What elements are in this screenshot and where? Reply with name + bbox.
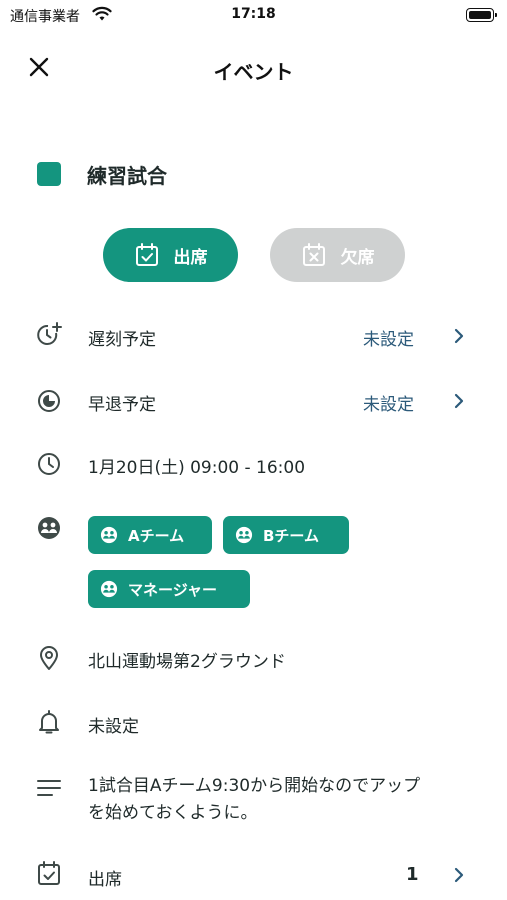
clock-icon: [38, 453, 60, 475]
team-icon: [235, 526, 253, 544]
note-line: を始めておくように。: [88, 803, 258, 823]
early-leave-value[interactable]: 未設定: [363, 390, 414, 415]
team-icon: [38, 517, 60, 539]
location-text: 北山運動場第2グラウンド: [88, 652, 286, 672]
note-line: 1試合目Aチーム9:30から開始なのでアップ: [88, 776, 421, 796]
team-chip-label: Aチーム: [128, 526, 185, 545]
early-leave-label: 早退予定: [88, 395, 156, 415]
event-datetime: 1月20日(土) 09:00 - 16:00: [88, 458, 306, 478]
attendees-count: 1: [406, 864, 419, 885]
attendees-label: 出席: [88, 870, 122, 890]
calendar-x-icon: [302, 243, 325, 266]
bell-icon: [39, 710, 59, 734]
location-pin-icon: [40, 646, 58, 670]
half-moon-clock-icon: [38, 390, 60, 412]
chevron-right-icon[interactable]: [452, 327, 466, 345]
reminder-text: 未設定: [88, 717, 139, 737]
team-icon: [100, 526, 118, 544]
battery-icon: [466, 8, 497, 22]
team-icon: [100, 580, 118, 598]
clock-plus-icon: [37, 322, 62, 345]
team-chip-label: マネージャー: [128, 580, 217, 599]
late-value[interactable]: 未設定: [363, 325, 414, 350]
calendar-check-icon: [135, 243, 158, 266]
status-time: 17:18: [231, 6, 276, 22]
page-title: イベント: [213, 60, 294, 84]
chevron-right-icon[interactable]: [452, 866, 466, 884]
team-chip-label: Bチーム: [263, 526, 319, 545]
team-chip[interactable]: Aチーム: [88, 516, 212, 554]
team-chip[interactable]: Bチーム: [223, 516, 349, 554]
event-note: 1試合目Aチーム9:30から開始なのでアップ を始めておくように。: [88, 773, 478, 827]
chevron-right-icon[interactable]: [452, 392, 466, 410]
event-name: 練習試合: [87, 164, 167, 188]
late-label: 遅刻予定: [88, 330, 156, 350]
notes-icon: [37, 780, 61, 796]
absent-label: 欠席: [340, 247, 375, 268]
calendar-check-icon: [38, 861, 60, 885]
event-color-swatch: [37, 162, 61, 186]
absent-button[interactable]: 欠席: [270, 228, 405, 282]
attend-label: 出席: [173, 247, 208, 268]
attend-button[interactable]: 出席: [103, 228, 238, 282]
team-chip[interactable]: マネージャー: [88, 570, 250, 608]
